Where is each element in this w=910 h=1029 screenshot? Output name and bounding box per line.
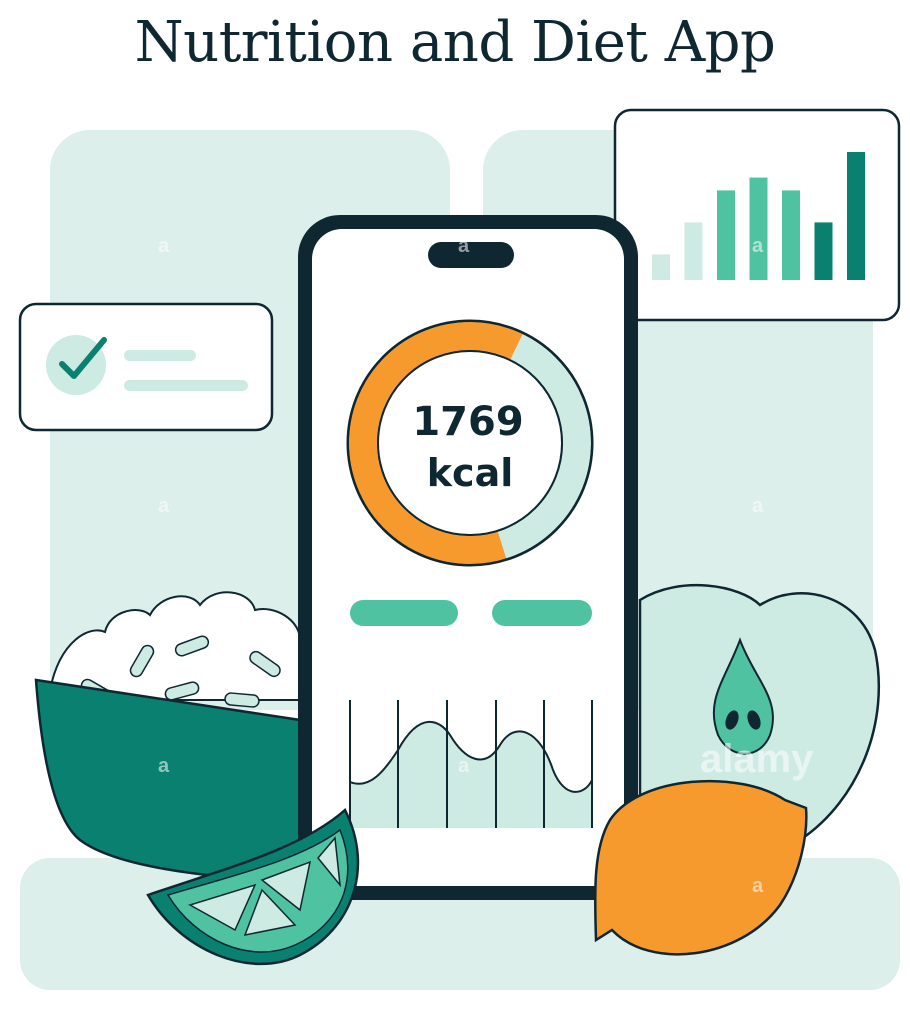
calorie-value: 1769 (412, 399, 523, 445)
svg-text:a: a (752, 495, 764, 517)
svg-text:a: a (752, 875, 764, 897)
stats-bar (847, 152, 865, 280)
stats-bar (717, 190, 735, 280)
task-line-long (124, 380, 248, 391)
illustration: 1769 kcal a a a a a a a a alamy a (18, 108, 901, 990)
svg-text:a: a (158, 235, 170, 257)
svg-text:a: a (458, 235, 470, 257)
svg-text:a: a (752, 235, 764, 257)
phone: 1769 kcal (298, 215, 638, 900)
calorie-unit: kcal (427, 451, 513, 495)
stats-bar (749, 177, 768, 280)
svg-text:a: a (458, 755, 470, 777)
svg-text:a: a (158, 755, 170, 777)
stats-card (613, 108, 901, 322)
stats-bar (652, 254, 670, 280)
pill-button-right[interactable] (492, 600, 592, 626)
svg-text:a: a (158, 495, 170, 517)
phone-notch (428, 242, 514, 268)
svg-text:a: a (458, 495, 470, 517)
svg-text:alamy: alamy (700, 737, 814, 781)
task-card (18, 302, 274, 432)
stats-bar (814, 222, 833, 280)
stats-bar (684, 222, 703, 280)
stats-bar (782, 190, 800, 280)
pill-button-left[interactable] (350, 600, 458, 626)
task-line-short (124, 350, 196, 361)
